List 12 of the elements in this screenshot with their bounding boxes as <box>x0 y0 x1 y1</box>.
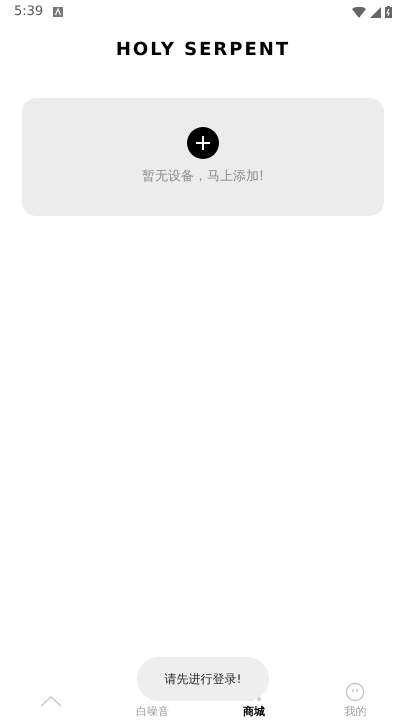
login-toast: 请先进行登录! <box>137 657 269 701</box>
empty-message: 暂无设备，马上添加! <box>142 168 264 186</box>
notification-icon <box>53 7 64 17</box>
face-icon <box>345 682 366 702</box>
status-time: 5:39 <box>14 3 44 22</box>
empty-device-card[interactable]: 暂无设备，马上添加! <box>22 98 384 216</box>
nav-tab[interactable]: 我的 <box>304 679 406 723</box>
battery-icon <box>385 6 392 18</box>
signal-icon <box>370 6 381 18</box>
add-icon[interactable] <box>187 127 219 160</box>
wifi-icon <box>352 6 366 18</box>
brand-logo: HOLY SERPENT <box>116 38 290 62</box>
